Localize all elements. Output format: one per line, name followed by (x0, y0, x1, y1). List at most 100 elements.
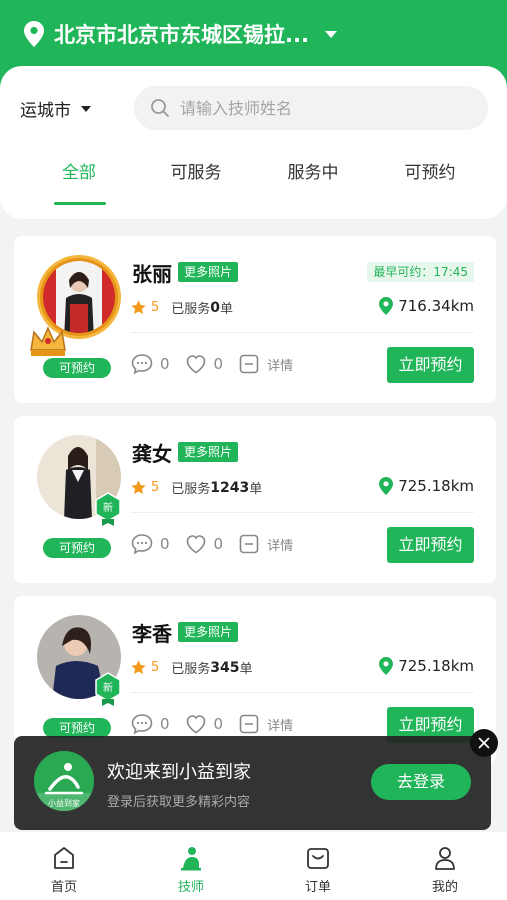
served-count: 1243 (210, 479, 250, 496)
location-selector[interactable]: 北京市北京市东城区锡拉... (22, 18, 337, 50)
more-photos-button[interactable]: 更多照片 (178, 262, 239, 282)
served-count: 345 (210, 659, 240, 676)
app-logo-image: 小益到家 (34, 751, 94, 811)
nav-profile[interactable]: 我的 (405, 844, 485, 895)
tab-in-service[interactable]: 服务中 (263, 158, 363, 183)
location-text: 北京市北京市东城区锡拉... (54, 23, 309, 47)
served-suffix: 单 (249, 482, 263, 497)
heart-icon[interactable] (184, 532, 208, 556)
earliest-time-badge: 最早可约：17:45 (367, 262, 474, 282)
card-actions: 0 0 详情 (130, 352, 293, 376)
comment-count: 0 (160, 715, 170, 733)
chevron-down-icon (324, 30, 337, 38)
technician-name: 龚女 (132, 442, 172, 466)
avatar[interactable]: 新 (36, 614, 122, 706)
star-icon (131, 480, 146, 494)
avatar[interactable] (30, 254, 122, 356)
nav-orders[interactable]: 订单 (278, 844, 358, 895)
rating-value: 5 (151, 660, 160, 675)
details-icon[interactable] (237, 532, 261, 556)
comment-count: 0 (160, 535, 170, 553)
home-icon (54, 847, 74, 869)
details-icon[interactable] (237, 352, 261, 376)
rating-value: 5 (151, 480, 160, 495)
tab-active-indicator (54, 202, 106, 205)
new-badge-icon: 新 (95, 672, 121, 706)
like-count: 0 (213, 535, 224, 553)
technician-name: 张丽 (132, 262, 172, 286)
details-icon[interactable] (237, 712, 261, 736)
chevron-down-icon (81, 105, 91, 112)
avatar[interactable]: 新 (36, 434, 122, 526)
login-button[interactable]: 去登录 (371, 764, 471, 800)
login-banner: 小益到家 欢迎来到小益到家 登录后获取更多精彩内容 去登录 (14, 736, 491, 830)
nav-home-label: 首页 (50, 880, 77, 895)
divider (130, 512, 474, 513)
distance-value: 725.18km (398, 657, 474, 675)
technician-name: 李香 (132, 622, 172, 646)
location-pin-icon (24, 21, 44, 47)
comment-icon[interactable] (130, 532, 154, 556)
served-prefix: 已服务 (171, 662, 211, 677)
nav-home[interactable]: 首页 (24, 844, 104, 895)
status-badge: 可预约 (43, 538, 111, 558)
heart-icon[interactable] (184, 712, 208, 736)
distance: 716.34km (378, 296, 474, 316)
served-prefix: 已服务 (171, 482, 211, 497)
search-input[interactable] (180, 98, 460, 118)
distance-value: 725.18km (398, 477, 474, 495)
crown-icon (30, 326, 66, 356)
new-badge-icon: 新 (95, 492, 121, 526)
more-photos-button[interactable]: 更多照片 (178, 622, 239, 642)
book-now-button[interactable]: 立即预约 (387, 527, 474, 563)
login-banner-subtitle: 登录后获取更多精彩内容 (107, 795, 251, 810)
served-suffix: 单 (220, 302, 234, 317)
search-box[interactable] (134, 86, 488, 130)
city-selector[interactable]: 运城市 (20, 96, 91, 121)
bottom-nav: 首页 技师 订单 我的 (0, 832, 507, 900)
tab-bookable[interactable]: 可预约 (380, 158, 480, 183)
details-link[interactable]: 详情 (267, 535, 293, 554)
city-label: 运城市 (20, 101, 71, 121)
tab-all[interactable]: 全部 (29, 158, 129, 183)
more-photos-button[interactable]: 更多照片 (178, 442, 239, 462)
new-badge-label: 新 (103, 681, 113, 694)
technician-card[interactable]: 新 可预约 龚女 更多照片 5 已服务 1243 单 725.18km 0 0 … (14, 416, 496, 583)
card-actions: 0 0 详情 (130, 532, 293, 556)
nav-technician[interactable]: 技师 (151, 844, 231, 895)
app-logo-text: 小益到家 (48, 798, 80, 808)
distance: 725.18km (378, 476, 474, 496)
served-prefix: 已服务 (171, 302, 211, 317)
technician-icon (181, 847, 201, 871)
distance: 725.18km (378, 656, 474, 676)
close-icon (478, 737, 490, 749)
order-icon (307, 848, 329, 869)
star-icon (131, 660, 146, 674)
location-pin-icon (379, 477, 394, 495)
details-link[interactable]: 详情 (267, 355, 293, 374)
technician-stats: 5 已服务 345 单 (130, 658, 253, 677)
technician-card[interactable]: 可预约 张丽 更多照片 最早可约：17:45 5 已服务 0 单 716.34k… (14, 236, 496, 403)
star-icon (131, 300, 146, 314)
tab-available[interactable]: 可服务 (146, 158, 246, 183)
technician-stats: 5 已服务 1243 单 (130, 478, 262, 497)
comment-icon[interactable] (130, 352, 154, 376)
login-banner-title: 欢迎来到小益到家 (107, 762, 251, 783)
close-banner-button[interactable] (470, 729, 498, 757)
nav-technician-label: 技师 (177, 880, 204, 895)
nav-orders-label: 订单 (304, 880, 331, 895)
heart-icon[interactable] (184, 352, 208, 376)
book-now-button[interactable]: 立即预约 (387, 347, 474, 383)
comment-count: 0 (160, 355, 170, 373)
like-count: 0 (213, 715, 224, 733)
served-suffix: 单 (239, 662, 253, 677)
status-badge: 可预约 (43, 718, 111, 738)
profile-icon (435, 847, 455, 870)
tab-bar: 全部 可服务 服务中 可预约 (0, 158, 507, 208)
details-link[interactable]: 详情 (267, 715, 293, 734)
location-pin-icon (379, 297, 394, 315)
distance-value: 716.34km (398, 297, 474, 315)
comment-icon[interactable] (130, 712, 154, 736)
served-count: 0 (210, 299, 221, 316)
card-actions: 0 0 详情 (130, 712, 293, 736)
